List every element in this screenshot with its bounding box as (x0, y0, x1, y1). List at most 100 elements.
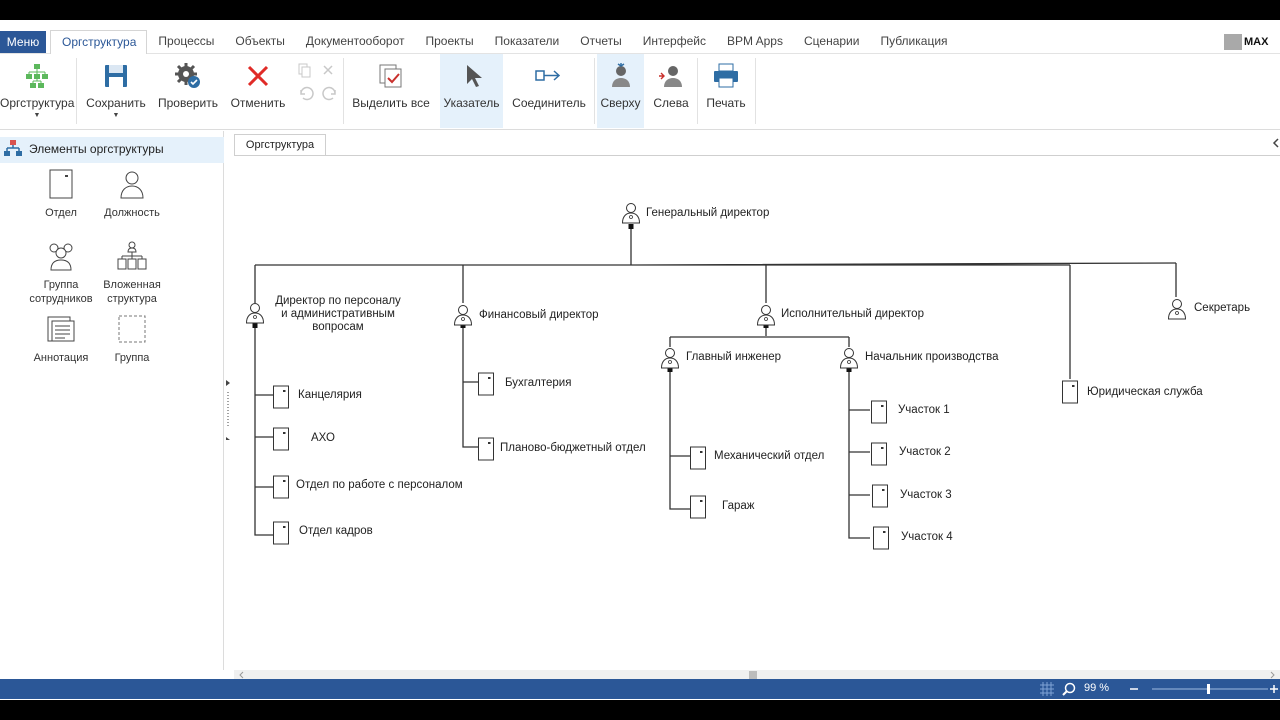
node-site-4[interactable]: Участок 4 (873, 526, 954, 550)
tab-bpm-apps[interactable]: BPM Apps (716, 30, 793, 54)
org-chart-icon (26, 64, 48, 88)
tab-publication[interactable]: Публикация (869, 30, 957, 54)
tab-interface[interactable]: Интерфейс (632, 30, 716, 54)
person-icon (659, 66, 682, 87)
delete-icon[interactable] (323, 65, 333, 75)
node-general-director[interactable]: Генеральный директор (622, 203, 770, 224)
chevron-left-icon[interactable] (1272, 137, 1280, 149)
tab-orgstructure[interactable]: Оргструктура (50, 30, 148, 54)
palette-item-label: Группа (114, 352, 150, 364)
select-all-button[interactable]: Выделить все (348, 54, 434, 128)
node-secretary[interactable]: Секретарь (1168, 299, 1251, 320)
undo-icon[interactable] (300, 86, 314, 101)
node-hr-director[interactable]: Директор по персоналу и административным… (246, 295, 402, 333)
node-mechanical[interactable]: Механический отдел (690, 446, 825, 470)
close-icon (247, 65, 269, 87)
pointer-button[interactable]: Указатель (440, 54, 503, 128)
palette-item-annotation[interactable]: Аннотация (25, 314, 97, 365)
palette-item-position[interactable]: Должность (96, 169, 168, 220)
node-chief-engineer[interactable]: Главный инженер (661, 348, 782, 369)
palette-item-department[interactable]: Отдел (25, 169, 97, 220)
node-site-3[interactable]: Участок 3 (872, 484, 952, 508)
menu-bar: Меню Оргструктура Процессы Объекты Докум… (0, 20, 1280, 54)
node-legal[interactable]: Юридическая служба (1062, 380, 1204, 404)
node-accounting[interactable]: Бухгалтерия (478, 372, 572, 396)
node-label: Бухгалтерия (505, 377, 571, 389)
redo-icon[interactable] (322, 86, 336, 101)
check-button[interactable]: Проверить (154, 54, 222, 128)
zoom-slider[interactable] (1128, 683, 1278, 695)
node-site-1[interactable]: Участок 1 (871, 400, 950, 424)
main-menu-button[interactable]: Меню (0, 31, 46, 53)
palette-item-label: Отдел (45, 207, 77, 219)
tab-projects[interactable]: Проекты (414, 30, 483, 54)
node-label: Механический отдел (714, 450, 824, 462)
search-icon[interactable] (1062, 682, 1076, 696)
scroll-left-icon[interactable] (238, 671, 246, 679)
select-all-label: Выделить все (352, 96, 430, 110)
node-planning[interactable]: Планово-бюджетный отдел (478, 437, 646, 461)
node-aho[interactable]: АХО (273, 427, 335, 451)
grid-icon[interactable] (1040, 682, 1054, 696)
gear-check-icon (175, 63, 200, 88)
scroll-thumb-grip-icon[interactable] (749, 671, 757, 679)
node-production-head[interactable]: Начальник производства (840, 348, 1000, 369)
node-exec-director[interactable]: Исполнительный директор (757, 305, 924, 326)
node-finance-director[interactable]: Финансовый директор (454, 305, 599, 326)
elements-panel-header: Элементы оргструктуры (0, 137, 224, 163)
ribbon-separator (76, 58, 77, 124)
tab-reports[interactable]: Отчеты (569, 30, 631, 54)
annotation-icon (47, 316, 75, 342)
tab-objects[interactable]: Объекты (224, 30, 295, 54)
node-label: Главный инженер (686, 351, 781, 363)
tab-document-orgstructure[interactable]: Оргструктура (234, 134, 326, 156)
palette-item-employee-group[interactable]: Группа сотрудников (25, 241, 97, 306)
node-personnel-dept[interactable]: Отдел кадров (273, 521, 373, 545)
ribbon-separator (697, 58, 698, 124)
palette-item-label: Должность (104, 207, 160, 219)
layout-top-button[interactable]: Сверху (597, 54, 644, 128)
tab-scenarios[interactable]: Сценарии (793, 30, 869, 54)
check-label: Проверить (157, 96, 218, 110)
tab-processes[interactable]: Процессы (147, 30, 224, 54)
connector-button[interactable]: Соединитель (508, 54, 590, 128)
zoom-level: 99 % (1084, 682, 1110, 694)
panel-splitter[interactable] (226, 380, 230, 440)
cancel-button[interactable]: Отменить (226, 54, 290, 128)
node-label: вопросам (312, 321, 364, 333)
copy-icon[interactable] (298, 63, 311, 78)
palette-item-label: Аннотация (33, 352, 89, 364)
node-hr-dept[interactable]: Отдел по работе с персоналом (273, 475, 463, 499)
node-label: Генеральный директор (646, 207, 769, 219)
select-all-icon (379, 64, 402, 88)
tab-indicators[interactable]: Показатели (484, 30, 570, 54)
node-site-2[interactable]: Участок 2 (871, 442, 951, 466)
save-button[interactable]: Сохранить ▼ (84, 54, 148, 128)
diagram-canvas[interactable]: Генеральный директор Директор по персона… (234, 155, 1280, 670)
nested-structure-icon (117, 241, 147, 270)
top-tabs: Оргструктура Процессы Объекты Документоо… (50, 30, 958, 54)
node-chancellery[interactable]: Канцелярия (273, 385, 362, 409)
palette-item-label: Вложенная структура (103, 279, 161, 305)
ribbon-separator (755, 58, 756, 124)
scroll-right-icon[interactable] (1268, 671, 1276, 679)
connector-icon (535, 70, 561, 81)
department-icon (49, 169, 73, 199)
elements-panel-title: Элементы оргструктуры (29, 142, 164, 156)
palette-item-nested-structure[interactable]: Вложенная структура (96, 241, 168, 306)
node-label: АХО (311, 432, 335, 444)
tab-documents[interactable]: Документооборот (295, 30, 415, 54)
palette-item-group[interactable]: Группа (96, 314, 168, 365)
pointer-icon (466, 65, 482, 87)
person-icon (611, 63, 630, 87)
node-label: Канцелярия (298, 389, 362, 401)
node-garage[interactable]: Гараж (690, 495, 755, 519)
node-label: Финансовый директор (479, 309, 599, 321)
orgstructure-button[interactable]: Оргструктура ▼ (0, 54, 74, 128)
node-label: Отдел кадров (299, 525, 373, 537)
node-label: Участок 3 (900, 489, 952, 501)
layout-left-button[interactable]: Слева (648, 54, 694, 128)
status-bar: 99 % (0, 679, 1280, 699)
ribbon: Оргструктура ▼ Сохранить ▼ Проверить Отм… (0, 54, 1280, 130)
print-button[interactable]: Печать (700, 54, 752, 128)
